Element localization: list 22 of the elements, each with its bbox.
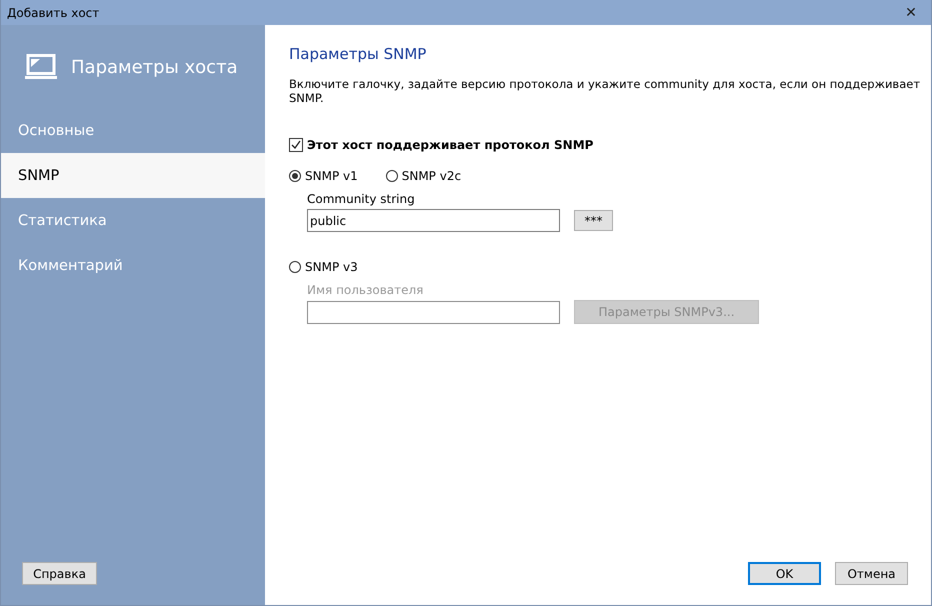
radio-button[interactable] — [289, 261, 301, 273]
radio-label: SNMP v2c — [402, 169, 462, 183]
sidebar-heading: Параметры хоста — [71, 56, 238, 78]
field-label: Имя пользователя — [307, 283, 424, 297]
radio-label: SNMP v1 — [305, 169, 358, 183]
input-field[interactable]: public — [307, 209, 560, 232]
section-title: Параметры SNMP — [289, 45, 428, 63]
window-title: Добавить хост — [7, 6, 100, 20]
description-text: Включите галочку, задайте версию протокола и укажите community для хоста, если он поддерживает SNMP. — [289, 77, 922, 105]
sidebar-item[interactable]: SNMP — [1, 153, 265, 198]
laptop-icon — [25, 54, 57, 80]
help-button[interactable]: Справка — [22, 562, 97, 585]
cancel-button[interactable]: Отмена — [835, 562, 908, 585]
checkbox[interactable] — [289, 138, 303, 152]
ok-button[interactable]: OK — [748, 562, 821, 585]
radio-label: SNMP v3 — [305, 260, 358, 274]
radio-button[interactable] — [289, 170, 301, 182]
field-label: Community string — [307, 192, 416, 206]
checkbox-label: Этот хост поддерживает протокол SNMP — [307, 138, 594, 152]
show-password-button[interactable]: *** — [574, 210, 613, 231]
radio-button[interactable] — [386, 170, 398, 182]
close-button[interactable]: ✕ — [891, 4, 931, 20]
